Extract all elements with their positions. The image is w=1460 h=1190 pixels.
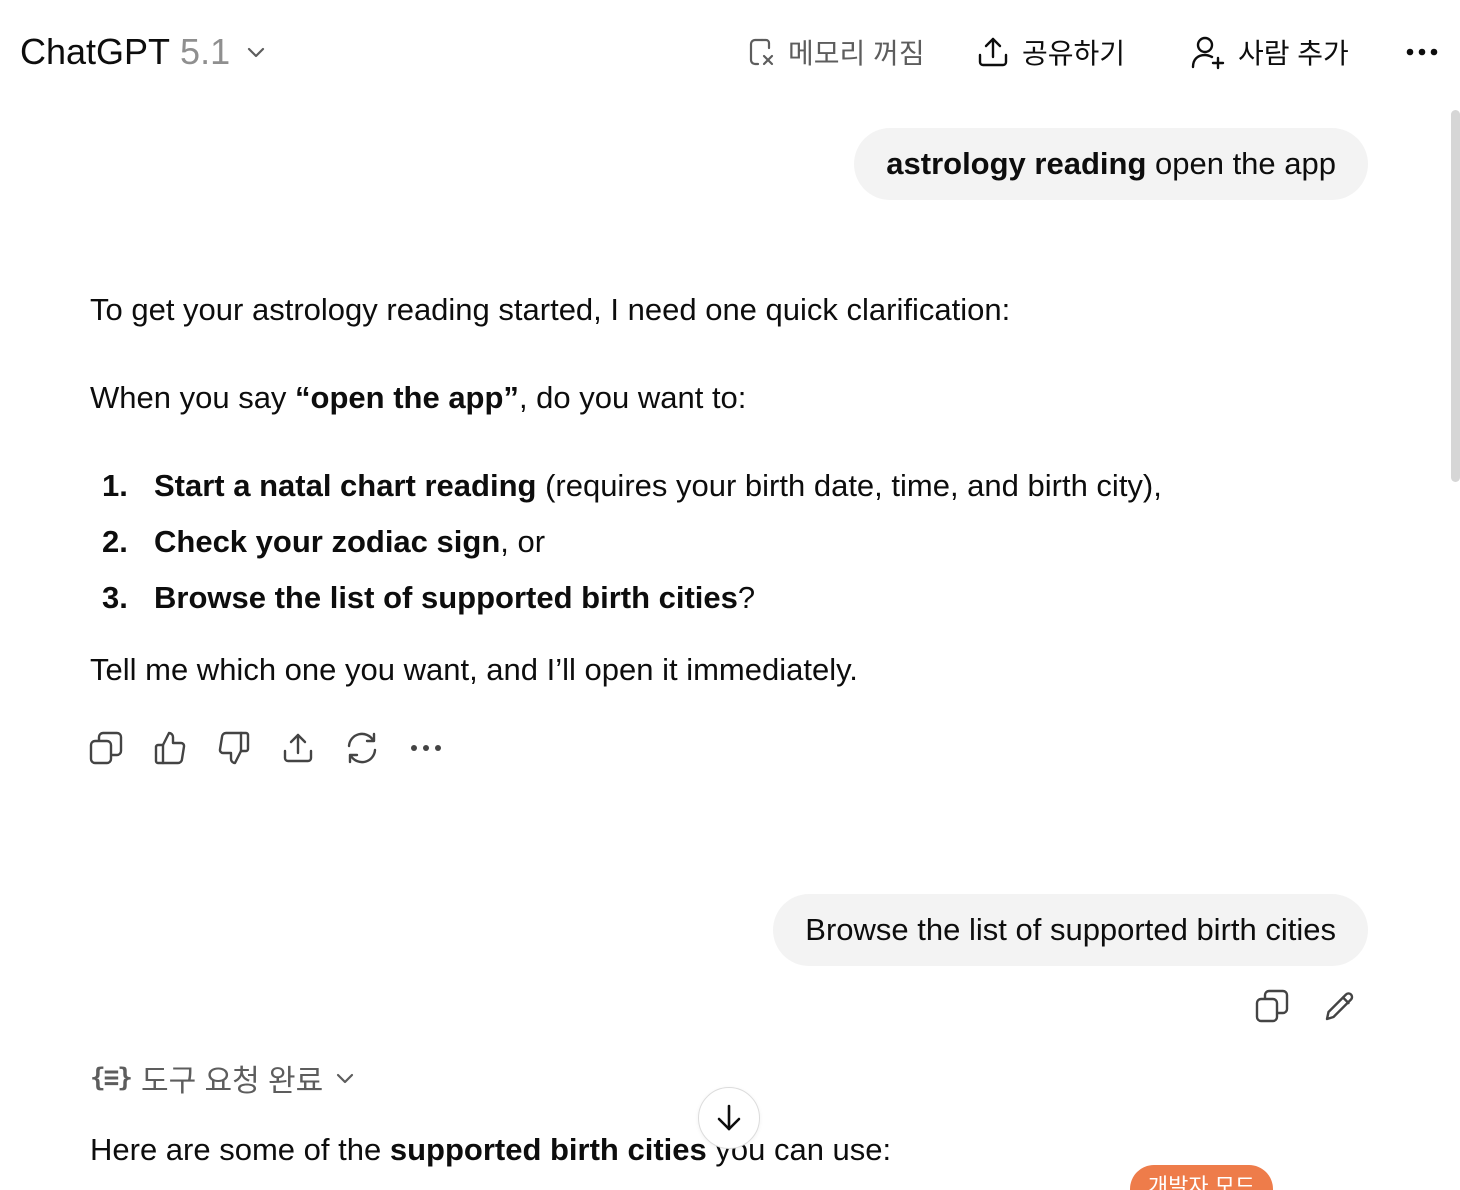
more-actions-button[interactable]	[408, 728, 444, 768]
memory-off-icon	[749, 38, 774, 66]
add-person-label: 사람 추가	[1238, 38, 1349, 69]
option-text: (requires your birth date, time, and bir…	[536, 468, 1162, 503]
response-bold: supported birth cities	[389, 1132, 707, 1167]
ellipsis-icon	[411, 745, 441, 751]
copy-button[interactable]	[1252, 986, 1292, 1026]
chevron-down-icon	[337, 1073, 354, 1084]
thumbs-down-icon	[218, 731, 250, 765]
assistant-question: When you say “open the app”, do you want…	[90, 376, 746, 420]
chevron-down-icon	[247, 47, 265, 58]
copy-icon	[1255, 989, 1289, 1023]
scrollbar-thumb[interactable]	[1451, 110, 1460, 482]
thumbs-up-button[interactable]	[152, 728, 188, 768]
question-bold: “open the app”	[295, 380, 519, 415]
share-button[interactable]: 공유하기	[976, 30, 1125, 74]
model-version: 5.1	[180, 31, 231, 72]
user-message: astrology reading open the app	[854, 128, 1368, 200]
list-number: 3.	[102, 580, 128, 615]
ellipsis-icon	[1406, 48, 1438, 56]
user-message-actions	[1252, 986, 1360, 1026]
scroll-to-bottom-button[interactable]	[698, 1087, 760, 1149]
tool-braces-icon: {≡}	[90, 1063, 133, 1093]
assistant-intro: To get your astrology reading started, I…	[90, 292, 1011, 327]
tool-request-toggle[interactable]: {≡} 도구 요청 완료	[90, 1058, 357, 1098]
user-message-bold: astrology reading	[886, 146, 1147, 181]
share-label: 공유하기	[1022, 38, 1126, 69]
upload-icon	[283, 733, 313, 763]
user-plus-icon	[1191, 36, 1225, 70]
copy-button[interactable]	[88, 728, 124, 768]
top-bar: ChatGPT 5.1 메모리 꺼짐 공유하기 사람 추가	[0, 0, 1460, 104]
user-message-text: open the app	[1146, 146, 1336, 181]
refresh-icon	[347, 732, 377, 764]
list-number: 1.	[102, 468, 128, 503]
user-message: Browse the list of supported birth citie…	[773, 894, 1368, 966]
assistant-actions	[88, 728, 444, 768]
list-number: 2.	[102, 524, 128, 559]
add-person-button[interactable]: 사람 추가	[1190, 30, 1349, 74]
option-text: , or	[500, 524, 546, 559]
model-name: ChatGPT	[20, 31, 171, 72]
assistant-response: Here are some of the supported birth cit…	[90, 1128, 891, 1172]
question-suffix: , do you want to:	[518, 380, 747, 415]
memory-off-label: 메모리 꺼짐	[788, 38, 925, 69]
tool-status-label: 도구 요청 완료	[140, 1065, 324, 1098]
copy-icon	[89, 731, 123, 765]
option-bold: Start a natal chart reading	[154, 468, 537, 503]
developer-mode-badge: 개발자 모드	[1130, 1165, 1273, 1190]
option-bold: Check your zodiac sign	[154, 524, 501, 559]
upload-icon	[978, 37, 1008, 67]
response-prefix: Here are some of the	[90, 1132, 390, 1167]
share-response-button[interactable]	[280, 728, 316, 768]
more-options-button[interactable]	[1402, 36, 1442, 68]
chat-page: ChatGPT 5.1 메모리 꺼짐 공유하기 사람 추가 astrology …	[0, 0, 1460, 1190]
assistant-closing: Tell me which one you want, and I’ll ope…	[90, 652, 858, 687]
question-prefix: When you say	[90, 380, 296, 415]
model-selector[interactable]: ChatGPT 5.1	[20, 30, 268, 74]
option-bold: Browse the list of supported birth citie…	[154, 580, 738, 615]
memory-off-button[interactable]: 메모리 꺼짐	[748, 30, 925, 74]
thumbs-down-button[interactable]	[216, 728, 252, 768]
regenerate-button[interactable]	[344, 728, 380, 768]
thumbs-up-icon	[154, 731, 186, 765]
edit-message-button[interactable]	[1320, 986, 1360, 1026]
option-text: ?	[737, 580, 756, 615]
pencil-icon	[1325, 992, 1354, 1021]
arrow-down-icon	[717, 1104, 741, 1131]
